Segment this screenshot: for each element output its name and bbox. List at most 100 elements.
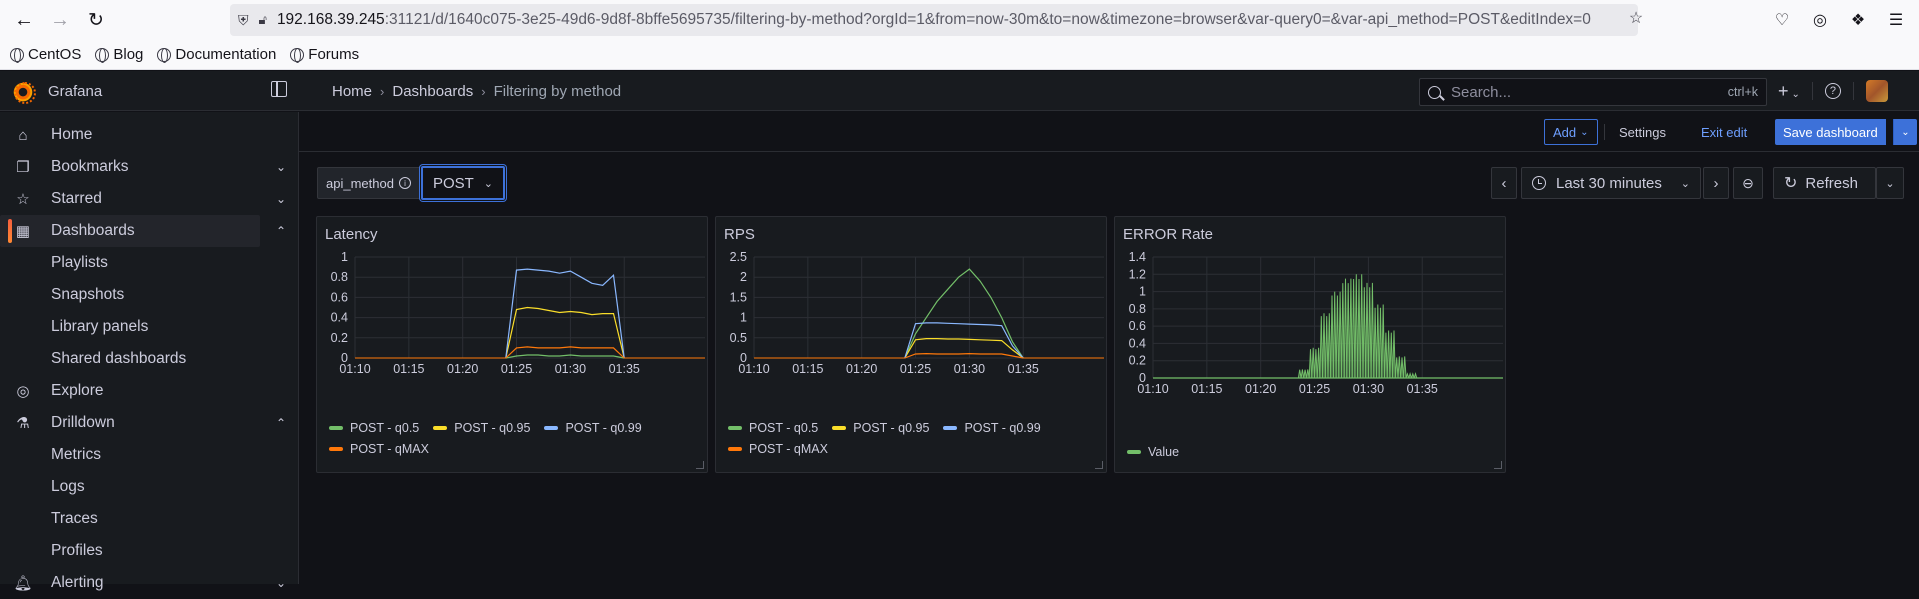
legend-item[interactable]: POST - q0.99 [943, 421, 1040, 435]
area-spike [1374, 308, 1377, 378]
grafana-top-bar: Grafana Home › Dashboards › Filtering by… [0, 71, 1919, 111]
extensions-icon[interactable]: ❖ [1841, 3, 1875, 37]
x-tick-label: 01:15 [393, 362, 424, 376]
zoom-out-button[interactable]: ⊖ [1733, 167, 1763, 199]
dashboard-toolbar: Add⌄ Settings Exit edit Save dashboard ⌄ [299, 112, 1919, 152]
sidebar-item-starred[interactable]: ☆ Starred ⌄ [0, 183, 260, 215]
bookmark-documentation[interactable]: Documentation [157, 46, 276, 63]
sidebar-item-shared-dashboards[interactable]: Shared dashboards [51, 343, 186, 375]
star-icon: ☆ [15, 191, 31, 207]
info-icon[interactable]: i [399, 177, 411, 189]
sidebar-item-drilldown[interactable]: ⚗ Drilldown ⌃ [0, 407, 260, 439]
shield-icon[interactable]: ⛨ [238, 12, 249, 29]
sidebar-item-traces[interactable]: Traces [51, 503, 98, 535]
save-dashboard-button[interactable]: Save dashboard [1775, 119, 1886, 145]
time-shift-forward-button[interactable]: › [1703, 167, 1729, 199]
legend-item[interactable]: POST - q0.5 [329, 421, 419, 435]
sidebar-item-logs[interactable]: Logs [51, 471, 85, 503]
dock-menu-icon[interactable] [271, 81, 287, 97]
breadcrumb-home[interactable]: Home [332, 83, 372, 100]
breadcrumb-dashboards[interactable]: Dashboards [392, 83, 473, 100]
resize-handle[interactable] [1494, 461, 1502, 469]
new-button[interactable]: +⌄ [1778, 81, 1800, 102]
sidebar-item-label: Bookmarks [51, 158, 129, 176]
legend-label: POST - q0.99 [565, 421, 641, 435]
back-arrow-icon[interactable]: ← [6, 2, 42, 38]
variable-label: api_method i [317, 167, 420, 199]
pocket-icon[interactable]: ♡ [1765, 3, 1799, 37]
sidebar-item-label: Traces [51, 510, 98, 528]
save-options-chevron-icon[interactable]: ⌄ [1893, 119, 1917, 145]
insecure-lock-icon[interactable]: 🔓︎ [259, 12, 267, 28]
panel-error-rate[interactable]: ERROR Rate 00.20.40.60.811.21.401:1001:1… [1114, 216, 1506, 473]
legend-swatch [1127, 450, 1141, 454]
legend-item[interactable]: POST - qMAX [329, 442, 429, 456]
chevron-down-icon[interactable]: ⌄ [276, 192, 286, 206]
menu-icon[interactable]: ☰ [1879, 3, 1913, 37]
legend-item[interactable]: POST - q0.95 [433, 421, 530, 435]
area-spike [1409, 374, 1412, 378]
legend-item[interactable]: POST - qMAX [728, 442, 828, 456]
sidebar-item-playlists[interactable]: Playlists [51, 247, 108, 279]
avatar[interactable] [1866, 80, 1888, 102]
bookmark-forums[interactable]: Forums [290, 46, 359, 63]
x-tick-label: 01:10 [339, 362, 370, 376]
legend-item[interactable]: POST - q0.95 [832, 421, 929, 435]
area-spike [1331, 296, 1334, 379]
exit-edit-button[interactable]: Exit edit [1693, 119, 1755, 145]
drilldown-icon: ⚗ [15, 415, 31, 431]
bookmark-star-icon[interactable]: ☆ [1620, 8, 1652, 28]
x-tick-label: 01:30 [1353, 382, 1384, 396]
reload-icon[interactable]: ↻ [78, 2, 114, 38]
area-spike [1363, 287, 1366, 378]
sidebar-item-alerting[interactable]: 🔔︎ Alerting ⌄ [0, 567, 260, 599]
refresh-interval-chevron-icon[interactable]: ⌄ [1876, 167, 1904, 199]
apps-icon: ▦ [15, 223, 31, 239]
sidebar-item-bookmarks[interactable]: ❐ Bookmarks ⌄ [0, 151, 260, 183]
search-input[interactable]: Search... ctrl+k [1419, 78, 1767, 106]
legend-item[interactable]: POST - q0.99 [544, 421, 641, 435]
search-placeholder: Search... [1451, 84, 1511, 101]
x-tick-label: 01:25 [900, 362, 931, 376]
sidebar-item-profiles[interactable]: Profiles [51, 535, 103, 567]
brand[interactable]: Grafana [12, 71, 102, 111]
chevron-up-icon[interactable]: ⌃ [276, 416, 286, 430]
add-button[interactable]: Add⌄ [1544, 119, 1598, 145]
sidebar-item-metrics[interactable]: Metrics [51, 439, 101, 471]
legend-item[interactable]: POST - q0.5 [728, 421, 818, 435]
panel-rps[interactable]: RPS 00.511.522.501:1001:1501:2001:2501:3… [715, 216, 1107, 473]
sidebar-item-explore[interactable]: ◎ Explore [0, 375, 260, 407]
variable-select[interactable]: POST ⌄ [421, 166, 505, 200]
account-icon[interactable]: ◎ [1803, 3, 1837, 37]
time-shift-back-button[interactable]: ‹ [1491, 167, 1517, 199]
bookmark-blog[interactable]: Blog [95, 46, 143, 63]
area-spike [1309, 349, 1312, 378]
url-bar[interactable]: ⛨ 🔓︎ 192.168.39.245:31121/d/1640c075-3e2… [230, 4, 1638, 36]
sidebar-item-dashboards[interactable]: ▦ Dashboards ⌃ [0, 215, 260, 247]
x-tick-label: 01:10 [1137, 382, 1168, 396]
time-range-picker[interactable]: Last 30 minutes ⌄ [1521, 167, 1701, 199]
sidebar-item-home[interactable]: ⌂ Home [0, 119, 260, 151]
chevron-down-icon[interactable]: ⌄ [276, 576, 286, 590]
resize-handle[interactable] [1095, 461, 1103, 469]
y-tick-label: 0.4 [1129, 336, 1146, 350]
settings-button[interactable]: Settings [1611, 119, 1674, 145]
bookmark-centos[interactable]: CentOS [10, 46, 81, 63]
sidebar-item-label: Home [51, 126, 92, 144]
legend-item[interactable]: Value [1127, 445, 1179, 459]
new-button-label: + [1778, 81, 1789, 101]
refresh-button[interactable]: ↻ Refresh [1773, 167, 1876, 199]
sidebar-item-snapshots[interactable]: Snapshots [51, 279, 124, 311]
resize-handle[interactable] [696, 461, 704, 469]
forward-arrow-icon[interactable]: → [42, 2, 78, 38]
panel-latency[interactable]: Latency 00.20.40.60.8101:1001:1501:2001:… [316, 216, 708, 473]
help-icon[interactable]: ? [1825, 83, 1841, 99]
sidebar-item-library-panels[interactable]: Library panels [51, 311, 148, 343]
area-spike [1298, 370, 1301, 378]
add-button-label: Add [1553, 125, 1576, 140]
chevron-up-icon[interactable]: ⌃ [276, 224, 286, 238]
legend-label: POST - q0.95 [454, 421, 530, 435]
y-tick-label: 0.2 [1129, 354, 1146, 368]
chevron-down-icon[interactable]: ⌄ [276, 160, 286, 174]
chevron-right-icon: › [481, 84, 485, 99]
